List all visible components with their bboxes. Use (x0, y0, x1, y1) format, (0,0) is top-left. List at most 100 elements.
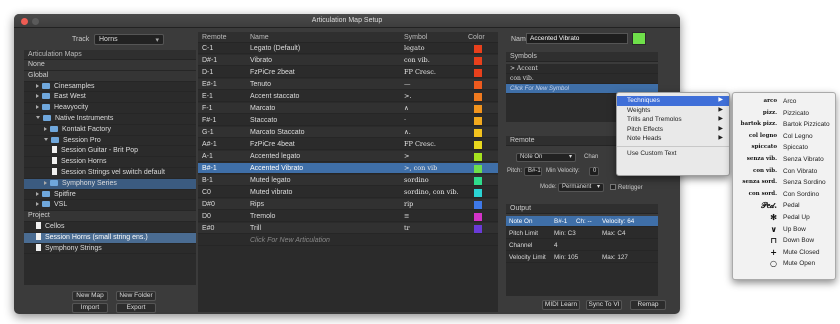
menu-item[interactable]: Trills and Tremolos ▶ (617, 115, 729, 125)
tree-item[interactable]: VSL (24, 200, 196, 212)
technique-item[interactable]: spiccato Spiccato (733, 142, 835, 154)
mode-select[interactable]: Permanent ▾ (558, 183, 604, 192)
disclosure-closed-icon[interactable] (36, 105, 39, 110)
column-name[interactable]: Name (250, 34, 269, 41)
tree-item[interactable]: Session Pro (24, 136, 196, 147)
technique-item[interactable]: 𝒫𝑒𝒹. Pedal (733, 200, 835, 212)
column-remote[interactable]: Remote (202, 34, 227, 41)
tree-item[interactable]: None (24, 60, 196, 71)
remote-type-select[interactable]: Note On ▾ (516, 153, 576, 162)
color-swatch[interactable] (474, 177, 482, 185)
min-velocity-field[interactable]: 0 (589, 167, 599, 176)
table-row[interactable]: F#-1 Staccato · (198, 115, 498, 126)
technique-item[interactable]: col legno Col Legno (733, 131, 835, 143)
technique-item[interactable]: con sord. Con Sordino (733, 189, 835, 201)
output-row[interactable]: Pitch Limit Min: C3 Max: C4 (506, 228, 658, 239)
table-row[interactable]: G-1 Marcato Staccato ∧. (198, 127, 498, 138)
tree-item[interactable]: Session Guitar - Brit Pop (24, 146, 196, 158)
disclosure-closed-icon[interactable] (36, 83, 39, 88)
tree-item[interactable]: Session Horns (small string ens.) (24, 232, 196, 244)
color-swatch[interactable] (474, 141, 482, 149)
menu-item[interactable]: Weights ▶ (617, 106, 729, 116)
tree-item[interactable]: Kontakt Factory (24, 125, 196, 136)
disclosure-closed-icon[interactable] (36, 191, 39, 196)
tree-item[interactable]: Spitfire (24, 190, 196, 201)
table-row[interactable]: E#0 Trill tr (198, 223, 498, 234)
table-row[interactable]: A-1 Accented legato > (198, 151, 498, 162)
output-row[interactable]: Channel 4 (506, 240, 658, 251)
midi-learn-button[interactable]: MIDI Learn (542, 300, 580, 310)
use-custom-text-item[interactable]: Use Custom Text (617, 149, 729, 159)
table-row[interactable]: E#-1 Tenuto — (198, 79, 498, 90)
table-row[interactable]: C0 Muted vibrato sordino, con vib. (198, 187, 498, 198)
export-button[interactable]: Export (116, 303, 156, 313)
color-swatch[interactable] (474, 165, 482, 173)
name-input[interactable]: Accented Vibrato (526, 33, 628, 44)
disclosure-closed-icon[interactable] (44, 180, 47, 185)
symbol-item[interactable]: > Accent (506, 64, 658, 74)
table-row[interactable]: D-1 FzPiCre 2beat FP Cresc. (198, 67, 498, 78)
tree-item[interactable]: Heavyocity (24, 103, 196, 114)
technique-item[interactable]: + Mute Closed (733, 247, 835, 259)
table-row[interactable]: E-1 Accent staccato >. (198, 91, 498, 102)
technique-item[interactable]: senza vib. Senza Vibrato (733, 154, 835, 166)
disclosure-open-icon[interactable] (36, 115, 40, 119)
disclosure-closed-icon[interactable] (36, 94, 39, 99)
symbol-item[interactable]: con vib. (506, 74, 658, 84)
retrigger-checkbox[interactable]: Retrigger (610, 184, 643, 191)
technique-item[interactable]: ∨ Up Bow (733, 224, 835, 236)
table-row[interactable]: D0 Tremolo ≡ (198, 211, 498, 222)
color-swatch[interactable] (474, 57, 482, 65)
table-row[interactable]: D#0 Rips rip (198, 199, 498, 210)
technique-item[interactable]: bartok pizz. Bartok Pizzicato (733, 119, 835, 131)
table-row[interactable]: B#-1 Accented Vibrato >, con vib (198, 163, 498, 174)
technique-item[interactable]: ✻ Pedal Up (733, 212, 835, 224)
tree-item[interactable]: Project (24, 211, 196, 222)
technique-item[interactable]: ⊓ Down Bow (733, 235, 835, 247)
technique-item[interactable]: arco Arco (733, 96, 835, 108)
tree-item[interactable]: East West (24, 92, 196, 104)
new-map-button[interactable]: New Map (72, 291, 108, 301)
table-row[interactable]: C-1 Legato (Default) legato (198, 43, 498, 54)
add-articulation-row[interactable]: Click For New Articulation (198, 235, 498, 246)
color-swatch[interactable] (474, 213, 482, 221)
color-swatch[interactable] (474, 81, 482, 89)
tree-item[interactable]: Symphony Series (24, 178, 196, 190)
tree-item[interactable]: Cellos (24, 221, 196, 233)
table-row[interactable]: F-1 Marcato ∧ (198, 103, 498, 114)
name-color-swatch[interactable] (632, 32, 646, 45)
tree-item[interactable]: Session Horns (24, 157, 196, 168)
color-swatch[interactable] (474, 45, 482, 53)
sync-to-vi-button[interactable]: Sync To VI (586, 300, 622, 310)
tree-item[interactable]: Session Strings vel switch default (24, 167, 196, 179)
menu-item[interactable]: Pitch Effects ▶ (617, 125, 729, 135)
tree-item[interactable]: Symphony Strings (24, 243, 196, 255)
import-button[interactable]: Import (72, 303, 108, 313)
color-swatch[interactable] (474, 93, 482, 101)
column-symbol[interactable]: Symbol (404, 34, 427, 41)
tree-item[interactable]: Global (24, 70, 196, 82)
disclosure-closed-icon[interactable] (36, 202, 39, 207)
table-row[interactable]: B-1 Muted legato sordino (198, 175, 498, 186)
disclosure-closed-icon[interactable] (44, 126, 47, 131)
column-color[interactable]: Color (468, 34, 485, 41)
color-swatch[interactable] (474, 225, 482, 233)
disclosure-open-icon[interactable] (44, 137, 48, 141)
color-swatch[interactable] (474, 69, 482, 77)
pitch-field[interactable]: B#-1 (524, 167, 542, 176)
remap-button[interactable]: Remap (630, 300, 666, 310)
output-row[interactable]: Note On B#-1 Ch: -- Velocity: 64 (506, 216, 658, 227)
technique-item[interactable]: senza sord. Senza Sordino (733, 177, 835, 189)
table-row[interactable]: A#-1 FzPiCre 4beat FP Cresc. (198, 139, 498, 150)
technique-item[interactable]: con vib. Con Vibrato (733, 166, 835, 178)
color-swatch[interactable] (474, 105, 482, 113)
color-swatch[interactable] (474, 117, 482, 125)
new-folder-button[interactable]: New Folder (116, 291, 156, 301)
technique-item[interactable]: ○ Mute Open (733, 258, 835, 270)
menu-item[interactable]: Techniques ▶ (617, 96, 729, 106)
menu-item[interactable]: Note Heads ▶ (617, 134, 729, 144)
track-select[interactable]: Horns ▾ (94, 34, 164, 45)
tree-item[interactable]: Native Instruments (24, 114, 196, 125)
table-row[interactable]: D#-1 Vibrato con vib. (198, 55, 498, 66)
color-swatch[interactable] (474, 201, 482, 209)
